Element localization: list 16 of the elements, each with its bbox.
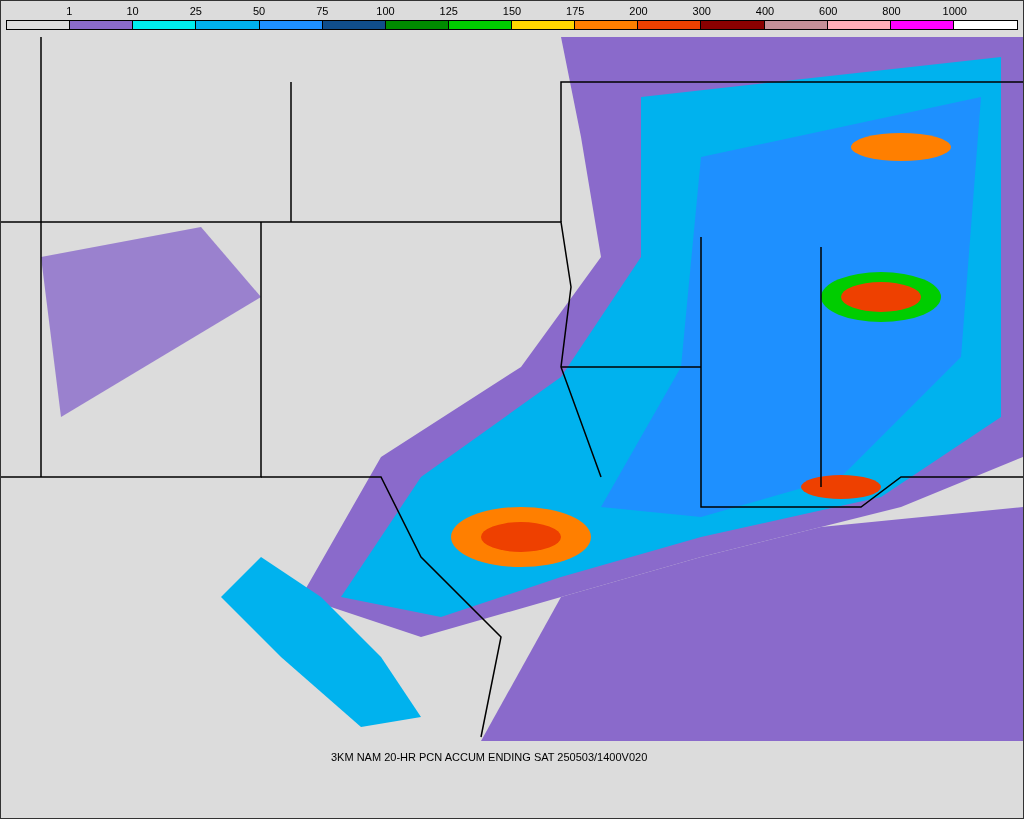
legend-label: 125	[439, 6, 458, 19]
legend-label: 175	[566, 6, 585, 19]
legend-label: 200	[629, 6, 648, 19]
map-caption: 3KM NAM 20-HR PCN ACCUM ENDING SAT 250503/1400V020	[330, 750, 649, 765]
legend-label: 400	[755, 6, 775, 19]
legend-label: 600	[819, 6, 838, 19]
legend-label: 800	[882, 6, 901, 19]
legend-label: 10	[126, 6, 139, 19]
legend-label: 100	[376, 6, 395, 19]
legend-label: 25	[189, 6, 202, 19]
legend-label: 1000	[942, 6, 967, 19]
legend-label: 50	[252, 6, 266, 19]
legend-label: 1	[66, 6, 73, 19]
legend-label: 75	[316, 6, 329, 19]
legend-label: 300	[692, 6, 711, 19]
legend-label: 150	[502, 6, 522, 19]
